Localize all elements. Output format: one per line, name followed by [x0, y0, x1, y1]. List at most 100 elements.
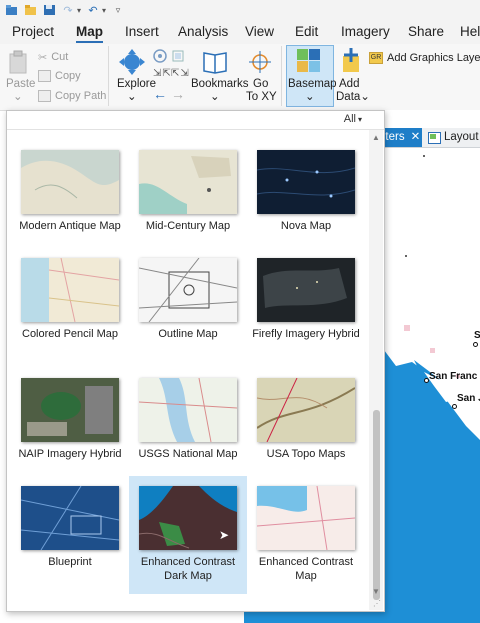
tab-view[interactable]: View — [245, 24, 274, 39]
paste-button[interactable] — [8, 50, 30, 77]
add-data-button[interactable] — [340, 48, 362, 77]
customize-toolbar-icon[interactable]: ▿ — [111, 4, 125, 16]
mouse-cursor-icon: ➤ — [219, 528, 230, 542]
basemap-gallery: All ▾ Modern Antique Map Mid-Century Map… — [6, 110, 385, 612]
ribbon-tabs: Project Map Insert Analysis View Edit Im… — [0, 20, 480, 44]
basemap-label: Enhanced Contrast Dark Map — [140, 556, 236, 582]
go-to-label-2: To XY — [246, 91, 277, 103]
ribbon: Paste ⌄ ✂ Cut Copy Copy Path Explore ⌄ ⇲… — [0, 44, 480, 122]
zoom-in-arrows-icon[interactable]: ⇲⇱ — [153, 68, 172, 79]
scissors-icon: ✂ — [38, 51, 48, 64]
basemap-thumbnail — [139, 150, 237, 214]
previous-extent-icon[interactable]: ← — [153, 86, 167, 102]
save-icon[interactable] — [42, 4, 56, 16]
go-to-xy-button[interactable] — [248, 50, 272, 77]
bookmarks-label: Bookmarks — [191, 78, 249, 90]
tab-imagery[interactable]: Imagery — [341, 24, 390, 39]
bookmarks-button[interactable] — [202, 50, 228, 77]
basemap-thumbnail — [21, 486, 119, 550]
basemap-icon — [296, 48, 322, 77]
basemap-thumbnail — [21, 150, 119, 214]
explore-icon — [119, 49, 145, 75]
open-project-icon[interactable] — [23, 4, 37, 16]
tab-share[interactable]: Share — [408, 24, 444, 39]
redo-disabled-icon[interactable]: ↷ — [61, 4, 75, 17]
chevron-down-icon: ▾ — [357, 114, 362, 124]
paste-label: Paste — [6, 78, 36, 90]
basemap-item[interactable]: NAIP Imagery Hybrid — [11, 368, 129, 486]
add-graphics-layer-button[interactable]: GR Add Graphics Layer — [369, 50, 480, 66]
explore-button[interactable] — [118, 48, 146, 79]
basemap-item[interactable]: Enhanced Contrast Map — [247, 476, 365, 594]
tab-analysis[interactable]: Analysis — [178, 24, 228, 39]
gallery-filter-dropdown[interactable]: All ▾ — [344, 113, 362, 125]
basemap-thumbnail — [257, 150, 355, 214]
gallery-scrollbar[interactable]: ▲ ▼ — [369, 130, 383, 610]
basemap-label: Colored Pencil Map — [22, 328, 118, 340]
basemap-thumbnail — [139, 378, 237, 442]
copy-path-button[interactable]: Copy Path — [38, 88, 106, 104]
basemap-item[interactable]: Colored Pencil Map — [11, 248, 129, 366]
resize-grip-icon[interactable]: ⋰ — [373, 599, 381, 608]
basemap-item[interactable]: Blueprint — [11, 476, 129, 594]
copy-button[interactable]: Copy — [38, 68, 81, 84]
copy-icon — [38, 70, 51, 82]
basemap-item[interactable]: Firefly Imagery Hybrid — [247, 248, 365, 366]
cut-button[interactable]: ✂ Cut — [38, 49, 68, 65]
tab-map[interactable]: Map — [76, 24, 103, 43]
basemap-item[interactable]: Nova Map — [247, 140, 365, 258]
basemap-label: Firefly Imagery Hybrid — [252, 328, 360, 340]
basemap-label: USA Topo Maps — [266, 448, 346, 460]
book-icon — [203, 52, 227, 74]
basemap-label: Nova Map — [280, 220, 332, 232]
map-label-s: S — [474, 330, 480, 341]
full-extent-icon[interactable] — [153, 49, 167, 66]
basemap-label: NAIP Imagery Hybrid — [18, 448, 122, 460]
basemap-item[interactable]: USA Topo Maps — [247, 368, 365, 486]
basemap-thumbnail — [257, 486, 355, 550]
basemap-dropdown-icon[interactable]: ⌄ — [305, 91, 315, 104]
scrollbar-thumb[interactable] — [373, 410, 380, 600]
ribbon-separator — [108, 46, 109, 106]
close-icon[interactable]: ✕ — [411, 131, 421, 143]
paste-icon — [9, 50, 27, 74]
scroll-up-icon[interactable]: ▲ — [372, 133, 380, 142]
add-data-label-1: Add — [339, 78, 360, 90]
tab-help[interactable]: Hel — [460, 24, 480, 39]
next-extent-icon[interactable]: → — [171, 86, 185, 102]
copy-label: Copy — [55, 70, 81, 82]
paste-dropdown-icon[interactable]: ⌄ — [13, 91, 23, 104]
basemap-label: Outline Map — [158, 328, 218, 340]
redo-dropdown-icon[interactable]: ▾ — [77, 6, 81, 15]
city-marker — [473, 342, 478, 347]
explore-dropdown-icon[interactable]: ⌄ — [127, 91, 137, 104]
basemap-thumbnail — [139, 258, 237, 322]
fixed-zoom-icon[interactable] — [171, 49, 185, 66]
crosshair-icon — [249, 51, 271, 73]
tab-project[interactable]: Project — [12, 24, 54, 39]
bookmarks-dropdown-icon[interactable]: ⌄ — [210, 91, 220, 104]
basemap-item[interactable]: Modern Antique Map — [11, 140, 129, 258]
undo-icon[interactable]: ↶ — [86, 4, 100, 17]
explore-label: Explore — [117, 78, 156, 90]
undo-dropdown-icon[interactable]: ▾ — [102, 6, 106, 15]
basemap-thumbnail — [21, 258, 119, 322]
basemap-label: Mid-Century Map — [145, 220, 231, 232]
tab-layout[interactable]: Layout — [428, 128, 479, 147]
basemap-label: Blueprint — [48, 556, 92, 568]
layout-icon — [428, 131, 441, 144]
basemap-item-selected[interactable]: Enhanced Contrast Dark Map ➤ — [129, 476, 247, 594]
zoom-out-arrows-icon[interactable]: ⇱⇲ — [171, 68, 190, 79]
tab-edit[interactable]: Edit — [295, 24, 318, 39]
add-data-icon — [343, 48, 359, 72]
basemap-label: Basemap — [288, 78, 337, 90]
basemap-item[interactable]: Outline Map — [129, 248, 247, 366]
basemap-item[interactable]: Mid-Century Map — [129, 140, 247, 258]
scroll-down-icon[interactable]: ▼ — [372, 587, 380, 596]
new-project-icon[interactable] — [4, 4, 18, 16]
cut-label: Cut — [51, 51, 69, 63]
basemap-item[interactable]: USGS National Map — [129, 368, 247, 486]
tab-insert[interactable]: Insert — [125, 24, 159, 39]
basemap-thumbnail — [257, 378, 355, 442]
add-graphics-layer-label: Add Graphics Layer — [387, 52, 480, 64]
